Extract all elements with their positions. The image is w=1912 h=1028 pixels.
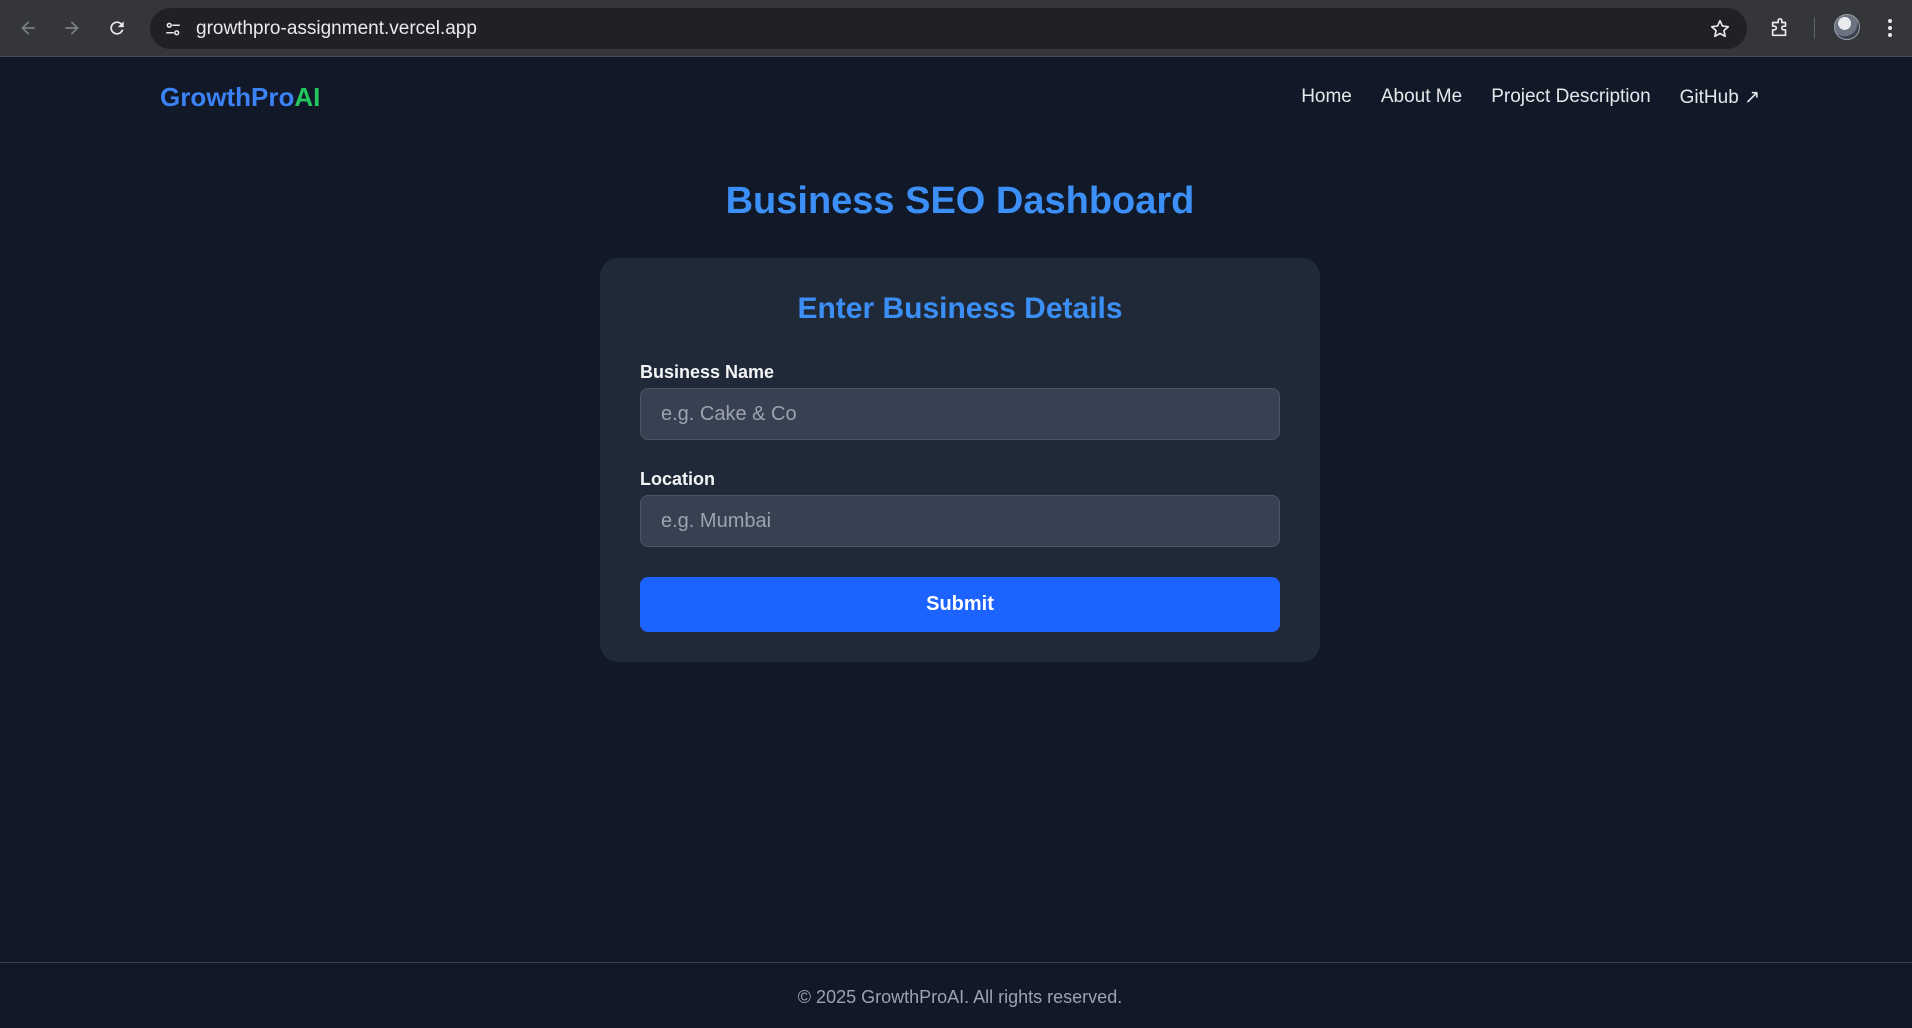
business-name-label: Business Name bbox=[640, 362, 775, 382]
extensions-button[interactable] bbox=[1764, 12, 1796, 44]
logo[interactable]: GrowthProAI bbox=[160, 82, 320, 113]
submit-button[interactable]: Submit bbox=[640, 577, 1280, 632]
puzzle-icon bbox=[1771, 18, 1787, 37]
kebab-menu-icon bbox=[1888, 19, 1892, 37]
back-button[interactable] bbox=[12, 12, 44, 44]
reload-button[interactable] bbox=[101, 12, 133, 44]
bookmark-button[interactable] bbox=[1707, 16, 1733, 42]
location-label: Location bbox=[640, 469, 715, 489]
browser-toolbar: growthpro-assignment.vercel.app bbox=[0, 0, 1912, 57]
site-footer: © 2025 GrowthProAI. All rights reserved. bbox=[0, 962, 1912, 1028]
arrow-right-icon bbox=[65, 21, 79, 35]
main-nav: Home About Me Project Description GitHub… bbox=[1301, 86, 1760, 109]
toolbar-divider bbox=[1814, 17, 1815, 39]
arrow-left-icon bbox=[21, 21, 35, 35]
reload-icon bbox=[110, 21, 124, 35]
copyright-text: © 2025 GrowthProAI. All rights reserved. bbox=[797, 987, 1123, 1007]
nav-link-github[interactable]: GitHub ↗ bbox=[1680, 86, 1760, 109]
form-title: Enter Business Details bbox=[797, 292, 1123, 325]
business-name-input[interactable] bbox=[640, 388, 1280, 440]
location-input[interactable] bbox=[640, 495, 1280, 547]
site-info-button[interactable] bbox=[158, 14, 187, 43]
url-text[interactable]: growthpro-assignment.vercel.app bbox=[196, 18, 477, 40]
logo-text-growthpro: GrowthPro bbox=[160, 82, 295, 112]
address-bar[interactable]: growthpro-assignment.vercel.app bbox=[150, 8, 1747, 49]
avatar[interactable] bbox=[1834, 14, 1860, 40]
star-icon bbox=[1710, 19, 1730, 38]
nav-link-project-description[interactable]: Project Description bbox=[1491, 86, 1650, 109]
browser-menu-button[interactable] bbox=[1878, 12, 1902, 44]
tune-icon bbox=[165, 22, 180, 35]
business-details-form-card: Enter Business Details Business Name Loc… bbox=[600, 258, 1320, 662]
nav-link-about-me[interactable]: About Me bbox=[1381, 86, 1462, 109]
forward-button[interactable] bbox=[56, 12, 88, 44]
page-title: Business SEO Dashboard bbox=[725, 180, 1195, 222]
nav-link-home[interactable]: Home bbox=[1301, 86, 1352, 109]
site-header: GrowthProAI Home About Me Project Descri… bbox=[0, 58, 1912, 138]
logo-text-ai: AI bbox=[294, 82, 321, 112]
